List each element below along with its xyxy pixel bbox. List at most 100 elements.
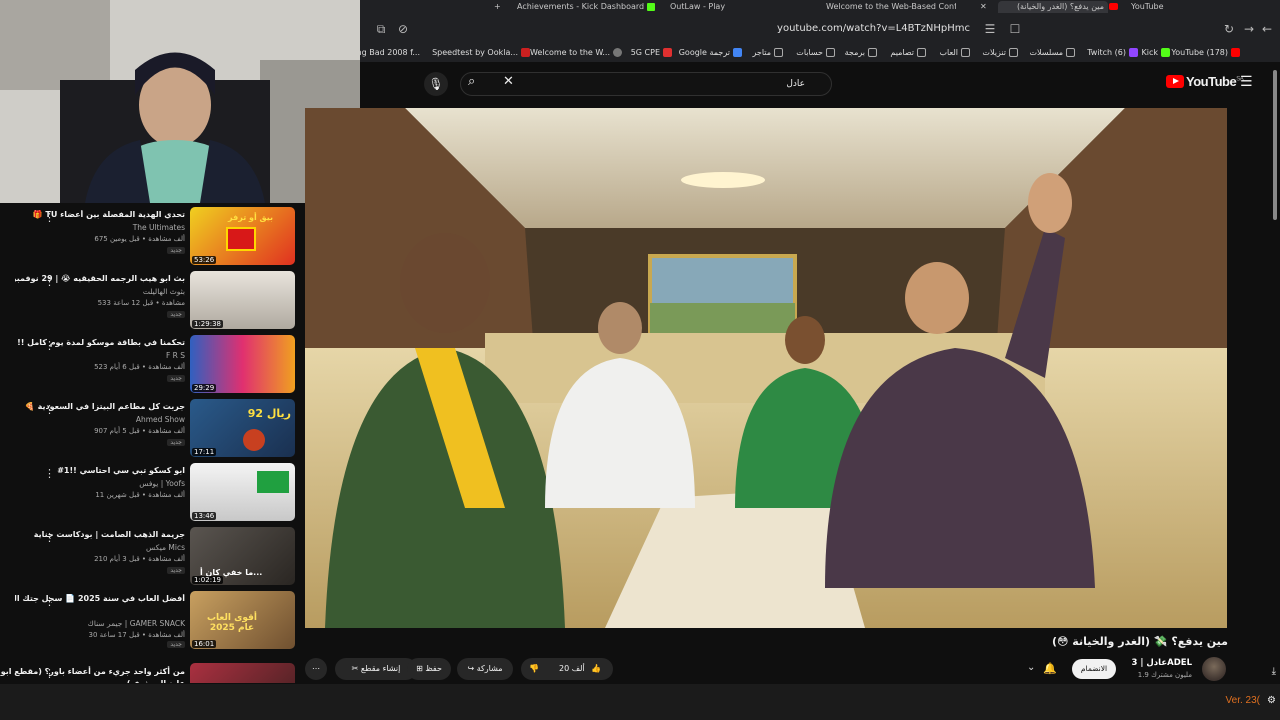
video-title[interactable]: جريمة الذهب الصامت | بودكاست جناية (15, 530, 185, 539)
video-title[interactable]: أفضل العاب في سنة 2025 📄 سجل جتك القائمة (15, 594, 185, 603)
bookmark-folder-downloads[interactable]: تنزيلات (982, 47, 1018, 59)
bell-icon[interactable]: 🔔 (1043, 662, 1057, 675)
video-meta: 30 ألف مشاهدة • قبل 17 ساعة (88, 631, 186, 639)
clip-button[interactable]: ✂ إنشاء مقطع (335, 658, 417, 680)
folder-icon (826, 48, 835, 57)
bookmark-5g-cpe[interactable]: 5G CPE (631, 47, 672, 59)
bookmark-star-icon[interactable]: ☐ (1008, 22, 1022, 36)
reload-icon[interactable]: ↻ (1222, 22, 1236, 36)
video-title[interactable]: تحكمنا في بطاقة موسكو لمدة يوم كامل !! 🔥 (15, 338, 185, 347)
speedtest-icon (521, 48, 530, 57)
pizza-image (243, 429, 265, 451)
bookmark-speedtest[interactable]: Speedtest by Ookla... (432, 47, 530, 59)
channel-name[interactable]: ميكس Mics (146, 543, 185, 552)
share-label: مشاركة (476, 664, 503, 673)
tab-outlaw[interactable]: OutLaw - Play (670, 1, 725, 13)
cast-icon[interactable]: ⧉ (374, 22, 388, 36)
video-frame-image (305, 108, 1227, 628)
channel-name[interactable]: جيمر سناك | GAMER SNACK (88, 619, 185, 628)
folder-icon (868, 48, 877, 57)
chevron-down-icon[interactable]: ⌄ (1027, 662, 1035, 673)
list-item[interactable]: ⋮ تحكمنا في بطاقة موسكو لمدة يوم كامل !!… (0, 331, 305, 395)
scroll-thumb[interactable] (1273, 70, 1277, 220)
video-title[interactable]: بث ابو هيب الرجمه الحقيقيه 😭 | 29 نوفمبر (15, 274, 185, 283)
channel-name[interactable]: The Ultimates (133, 223, 185, 232)
list-item[interactable]: ⋮ بث ابو هيب الرجمه الحقيقيه 😭 | 29 نوفم… (0, 267, 305, 331)
tab-youtube[interactable]: YouTube (1131, 1, 1164, 13)
bookmark-folder-series[interactable]: مسلسلات (1029, 47, 1075, 59)
share-button[interactable]: ↪ مشاركة (457, 658, 513, 680)
save-icon: ⊞ (416, 664, 423, 673)
bookmark-folder-programming[interactable]: برمجة (845, 47, 877, 59)
bookmark-twitch[interactable]: Twitch (6) (1087, 47, 1138, 59)
more-actions-icon[interactable]: ⋯ (305, 658, 327, 680)
new-badge: جديد (167, 375, 185, 382)
list-item[interactable]: ⋮ ابو كسكو تبي سي احتاسي !!1# يوفس | Yoo… (0, 459, 305, 523)
channel-name[interactable]: F R S (166, 351, 185, 360)
video-title[interactable]: ابو كسكو تبي سي احتاسي !!1# (15, 466, 185, 475)
bookmark-google-translate[interactable]: Google ترجمة (679, 47, 742, 59)
video-title[interactable]: جربت كل مطاعم البيتزا في السعودية 🍕 (15, 402, 185, 411)
bookmark-folder-games[interactable]: العاب (940, 47, 970, 59)
save-button[interactable]: ⊞ حفظ (407, 658, 451, 680)
dislike-icon[interactable]: 👎 (529, 658, 539, 680)
close-tab-icon[interactable]: ✕ (980, 1, 987, 13)
channel-name[interactable]: عادل | 3ADEL (1131, 658, 1192, 668)
page-scrollbar[interactable] (1270, 62, 1280, 684)
search-icon[interactable]: ⌕ (468, 74, 475, 89)
bookmark-breaking-bad[interactable]: king Bad 2008 f... (350, 47, 420, 59)
list-item[interactable]: ⋮ تحدي الهدية المفصلة بين أعضاء TU 🎁 The… (0, 203, 305, 267)
video-meta: 533 مشاهدة • قبل 12 ساعة (97, 299, 185, 307)
download-icon[interactable]: ⤓ (1272, 666, 1276, 677)
save-label: حفظ (425, 664, 442, 673)
list-item[interactable]: ⋮ من أكثر واحد جريء من أعضاء باور؟ (مقطع… (0, 659, 305, 683)
duration-badge: 53:26 (192, 256, 217, 264)
url-field[interactable]: youtube.com/watch?v=L4BTzNHpHmc (410, 18, 1030, 40)
channel-name[interactable]: يوفس | Yoofs (139, 479, 185, 488)
video-player[interactable] (305, 108, 1227, 628)
list-item[interactable]: ⋮ أفضل العاب في سنة 2025 📄 سجل جتك القائ… (0, 587, 305, 651)
new-tab-button[interactable]: + (494, 1, 501, 13)
search-input[interactable]: عادل (460, 72, 832, 96)
microphone-icon[interactable]: 🎙 (424, 72, 448, 96)
back-icon[interactable]: ← (1260, 22, 1274, 36)
join-button[interactable]: الانضمام (1072, 659, 1116, 679)
avatar[interactable] (1202, 657, 1226, 681)
clear-search-icon[interactable]: ✕ (503, 74, 514, 89)
bookmark-kick[interactable]: Kick (1142, 47, 1170, 59)
video-title[interactable]: من أكثر واحد جريء من أعضاء باور؟ (مقطع ا… (0, 666, 185, 683)
kick-icon (1161, 48, 1170, 57)
youtube-icon (1231, 48, 1240, 57)
forward-icon[interactable]: → (1242, 22, 1256, 36)
like-count[interactable]: 20 ألف (559, 658, 585, 680)
menu-icon[interactable]: ☰ (1240, 74, 1253, 90)
channel-name[interactable]: Ahmed Show (136, 415, 185, 424)
video-meta: 907 ألف مشاهدة • قبل 5 أيام (94, 427, 185, 435)
video-meta: 210 ألف مشاهدة • قبل 3 أيام (94, 555, 185, 563)
version-label: Ver. 23( (1225, 695, 1260, 706)
video-title[interactable]: تحدي الهدية المفصلة بين أعضاء TU 🎁 (15, 210, 185, 219)
youtube-logo[interactable]: YouTubeSA (1166, 74, 1244, 89)
video-thumbnail[interactable] (190, 663, 295, 683)
bottom-bar: ⤓ Ver. 23( ⚙ (0, 666, 1280, 720)
tab-kick-dashboard[interactable]: Achievements - Kick Dashboard (517, 1, 644, 13)
scissors-icon: ✂ (351, 664, 359, 673)
site-settings-icon[interactable]: ☰ (983, 22, 997, 36)
bookmark-folder-stores[interactable]: متاجر (753, 47, 783, 59)
like-icon[interactable]: 👍 (591, 658, 601, 680)
bookmark-web-config[interactable]: Welcome to the W... (530, 47, 622, 59)
settings-gear-icon[interactable]: ⚙ (1267, 695, 1276, 706)
list-item[interactable]: ⋮ جريمة الذهب الصامت | بودكاست جناية ميك… (0, 523, 305, 587)
extension-icon[interactable]: ⊘ (396, 22, 410, 36)
duration-badge: 29:29 (192, 384, 217, 392)
bookmark-folder-accounts[interactable]: حسابات (796, 47, 835, 59)
tab-active-video[interactable]: مين يدفع؟ (الغدر والخيانة) (998, 1, 1108, 13)
bookmark-youtube[interactable]: YouTube (178) (1171, 47, 1240, 59)
thumbnail-text: بيق أو ترفر (228, 213, 273, 222)
list-item[interactable]: ⋮ جربت كل مطاعم البيتزا في السعودية 🍕 Ah… (0, 395, 305, 459)
tab-web-config[interactable]: Welcome to the Web-Based Config... (826, 1, 956, 13)
duration-badge: 1:02:19 (192, 576, 223, 584)
channel-name[interactable]: بثوث الهاليلت (143, 287, 185, 296)
logo-text: YouTube (1186, 74, 1237, 89)
bookmark-folder-designs[interactable]: تصاميم (890, 47, 926, 59)
